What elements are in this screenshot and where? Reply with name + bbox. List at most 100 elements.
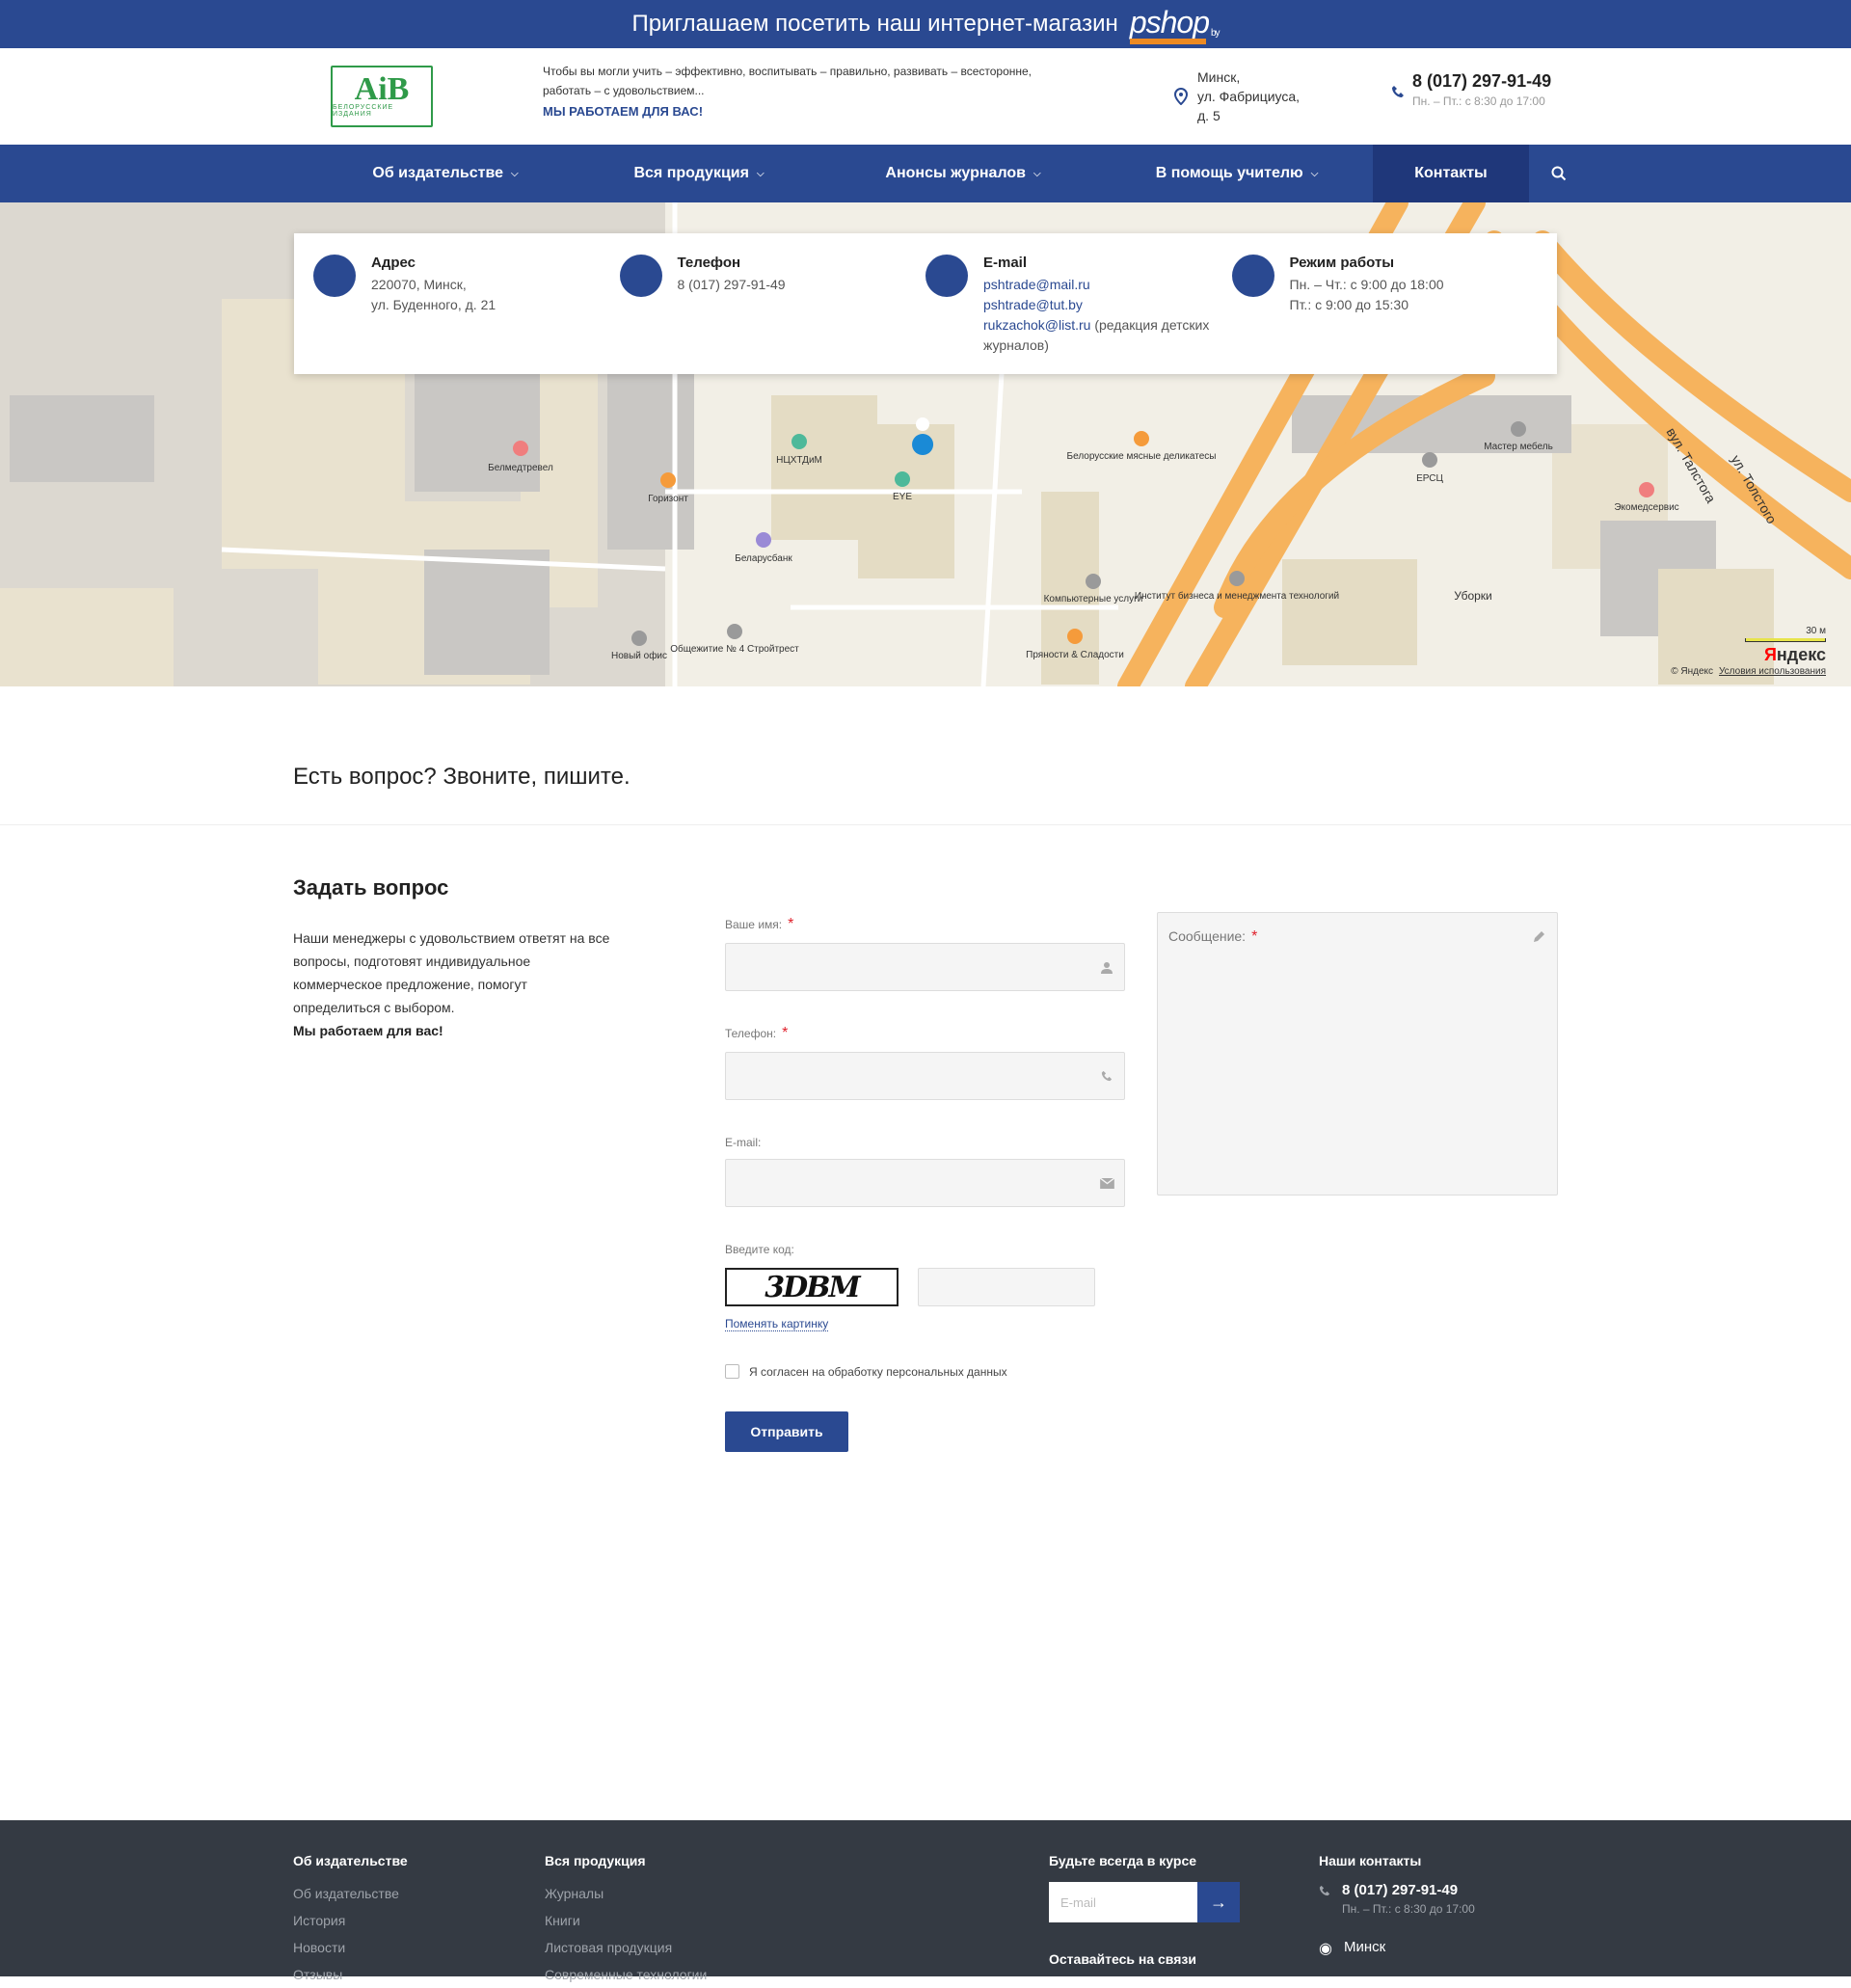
captcha-label: Введите код: (725, 1243, 794, 1256)
search-icon (1551, 166, 1567, 181)
footer-link[interactable]: Современные технологии (545, 1961, 707, 1988)
email-link[interactable]: pshtrade@mail.ru (983, 277, 1090, 292)
message-textarea[interactable]: Сообщение: * (1157, 912, 1558, 1195)
pencil-icon (1533, 930, 1545, 943)
contact-email: E-mail pshtrade@mail.ru pshtrade@tut.by … (294, 233, 1232, 353)
form-intro-strong: Мы работаем для вас! (293, 1023, 443, 1038)
contact-title: Адрес (371, 255, 416, 271)
footer-link[interactable]: Новости (293, 1934, 408, 1961)
location-pin-icon (1174, 67, 1188, 125)
email-link[interactable]: pshtrade@tut.by (983, 297, 1083, 312)
map-label: Экомедсервис (1614, 502, 1678, 513)
site-logo[interactable]: АiВ БЕЛОРУССКИЕ ИЗДАНИЯ (331, 66, 433, 127)
required-mark: * (782, 1025, 789, 1041)
nav-item-products[interactable]: Вся продукция ⌵ (573, 145, 825, 202)
slogan-text: Чтобы вы могли учить – эффективно, воспи… (543, 65, 1033, 97)
footer-col-title: Об издательстве (293, 1853, 408, 1868)
chevron-down-icon: ⌵ (756, 168, 765, 179)
site-header: АiВ БЕЛОРУССКИЕ ИЗДАНИЯ Чтобы вы могли у… (0, 48, 1851, 145)
slogan-strong: МЫ РАБОТАЕМ ДЛЯ ВАС! (543, 104, 704, 119)
logo-subtitle: БЕЛОРУССКИЕ ИЗДАНИЯ (333, 104, 394, 118)
nav-label: Контакты (1414, 165, 1488, 181)
map[interactable]: Белмедтревел Горизонт НЦХТДиМ EYE Белару… (0, 202, 1851, 686)
phone-input[interactable] (725, 1052, 1125, 1100)
nav-item-teacher-help[interactable]: В помощь учителю ⌵ (1101, 145, 1373, 202)
address-line: д. 5 (1197, 108, 1221, 123)
consent-label: Я согласен на обработку персональных дан… (749, 1364, 1007, 1379)
phone-label-text: Телефон: (725, 1027, 777, 1040)
arrow-right-icon: → (1210, 1892, 1227, 1912)
footer-link[interactable]: Листовая продукция (545, 1934, 707, 1961)
footer-contacts: Наши контакты 8 (017) 297-91-49 Пн. – Пт… (1319, 1853, 1475, 1958)
captcha-image: 3DBM (725, 1268, 899, 1306)
map-label: Компьютерные услуги (1044, 594, 1143, 604)
clock-icon (295, 234, 1274, 297)
nav-item-about[interactable]: Об издательстве ⌵ (318, 145, 573, 202)
contact-title: Режим работы (1289, 255, 1395, 271)
phone-icon (1391, 74, 1405, 108)
name-input[interactable] (725, 943, 1125, 991)
name-label-text: Ваше имя: (725, 918, 783, 931)
map-scale-bar (1745, 638, 1826, 642)
nav-item-announcements[interactable]: Анонсы журналов ⌵ (825, 145, 1101, 202)
form-title: Задать вопрос (293, 875, 449, 900)
phone-field: Телефон: * (725, 1025, 1125, 1100)
email-label: E-mail: (725, 1136, 762, 1149)
contact-address: Адрес 220070, Минск, ул. Буденного, д. 21 (294, 233, 620, 353)
address-line: ул. Фабрициуса, (1197, 89, 1301, 104)
chevron-down-icon: ⌵ (1033, 168, 1041, 179)
contact-line: Пт.: с 9:00 до 15:30 (1289, 297, 1409, 312)
required-mark: * (788, 916, 794, 932)
footer-link[interactable]: История (293, 1907, 408, 1934)
nav-label: Анонсы журналов (885, 165, 1026, 181)
map-scale: 30 м (1745, 626, 1826, 642)
footer-city: Минск (1343, 1939, 1386, 1955)
location-pin-icon: ◉ (1319, 1941, 1332, 1957)
search-button[interactable] (1529, 145, 1589, 202)
footer-link[interactable]: Книги (545, 1907, 707, 1934)
contact-hours: Режим работы Пн. – Чт.: с 9:00 до 18:00 П… (295, 234, 1539, 353)
contact-phone-value[interactable]: 8 (017) 297-91-49 (678, 275, 786, 295)
map-label: Новый офис (611, 650, 667, 661)
email-field: E-mail: (725, 1136, 1125, 1207)
subscribe-email-input[interactable]: E-mail (1049, 1882, 1197, 1922)
envelope-icon (294, 233, 968, 297)
consent-checkbox[interactable] (725, 1364, 739, 1379)
header-address: Минск, ул. Фабрициуса, д. 5 (1174, 67, 1300, 125)
yandex-logo[interactable]: Яндекс (1764, 645, 1826, 665)
envelope-icon (1099, 1175, 1114, 1191)
footer-phone[interactable]: 8 (017) 297-91-49 (1342, 1882, 1475, 1898)
submit-button[interactable]: Отправить (725, 1411, 848, 1452)
map-terms-link[interactable]: Условия использования (1719, 666, 1826, 677)
map-copyright: © Яндекс (1671, 666, 1713, 677)
map-attribution: © Яндекс Условия использования (1671, 666, 1826, 677)
header-hours: Пн. – Пт.: с 8:30 до 17:00 (1412, 94, 1545, 108)
contact-line: Пн. – Чт.: с 9:00 до 18:00 (1289, 277, 1444, 292)
email-link[interactable]: rukzachok@list.ru (983, 317, 1090, 333)
contact-line: 220070, Минск, (371, 277, 467, 292)
map-label: Белорусские мясные деликатесы (1067, 451, 1217, 462)
footer-link[interactable]: Отзывы (293, 1961, 408, 1988)
main-nav: Об издательстве ⌵ Вся продукция ⌵ Анонсы ж… (0, 145, 1851, 202)
footer-col-title: Оставайтесь на связи (1049, 1951, 1196, 1967)
nav-label: Вся продукция (633, 165, 749, 181)
captcha-refresh-link[interactable]: Поменять картинку (725, 1317, 829, 1331)
form-intro-text: Наши менеджеры с удовольствием ответят н… (293, 930, 610, 1015)
map-label: ЕРСЦ (1416, 473, 1443, 484)
footer-link[interactable]: Журналы (545, 1880, 707, 1907)
subscribe-button[interactable]: → (1197, 1882, 1240, 1922)
pshop-logo-text: pshop (1129, 4, 1210, 40)
header-phone-number[interactable]: 8 (017) 297-91-49 (1412, 71, 1551, 91)
nav-item-contacts[interactable]: Контакты (1373, 145, 1529, 202)
captcha-input[interactable] (918, 1268, 1095, 1306)
pshop-logo[interactable]: pshop by (1129, 4, 1221, 44)
consent-checkbox-row[interactable]: Я согласен на обработку персональных дан… (725, 1364, 1007, 1379)
promo-banner[interactable]: Приглашаем посетить наш интернет-магазин… (0, 0, 1851, 48)
nav-label: Об издательстве (372, 165, 503, 181)
contact-line: ул. Буденного, д. 21 (371, 297, 496, 312)
chevron-down-icon: ⌵ (511, 168, 519, 179)
map-label: EYE (893, 492, 912, 502)
email-input[interactable] (725, 1159, 1125, 1207)
footer-link[interactable]: Об издательстве (293, 1880, 408, 1907)
promo-text: Приглашаем посетить наш интернет-магазин (631, 11, 1118, 37)
